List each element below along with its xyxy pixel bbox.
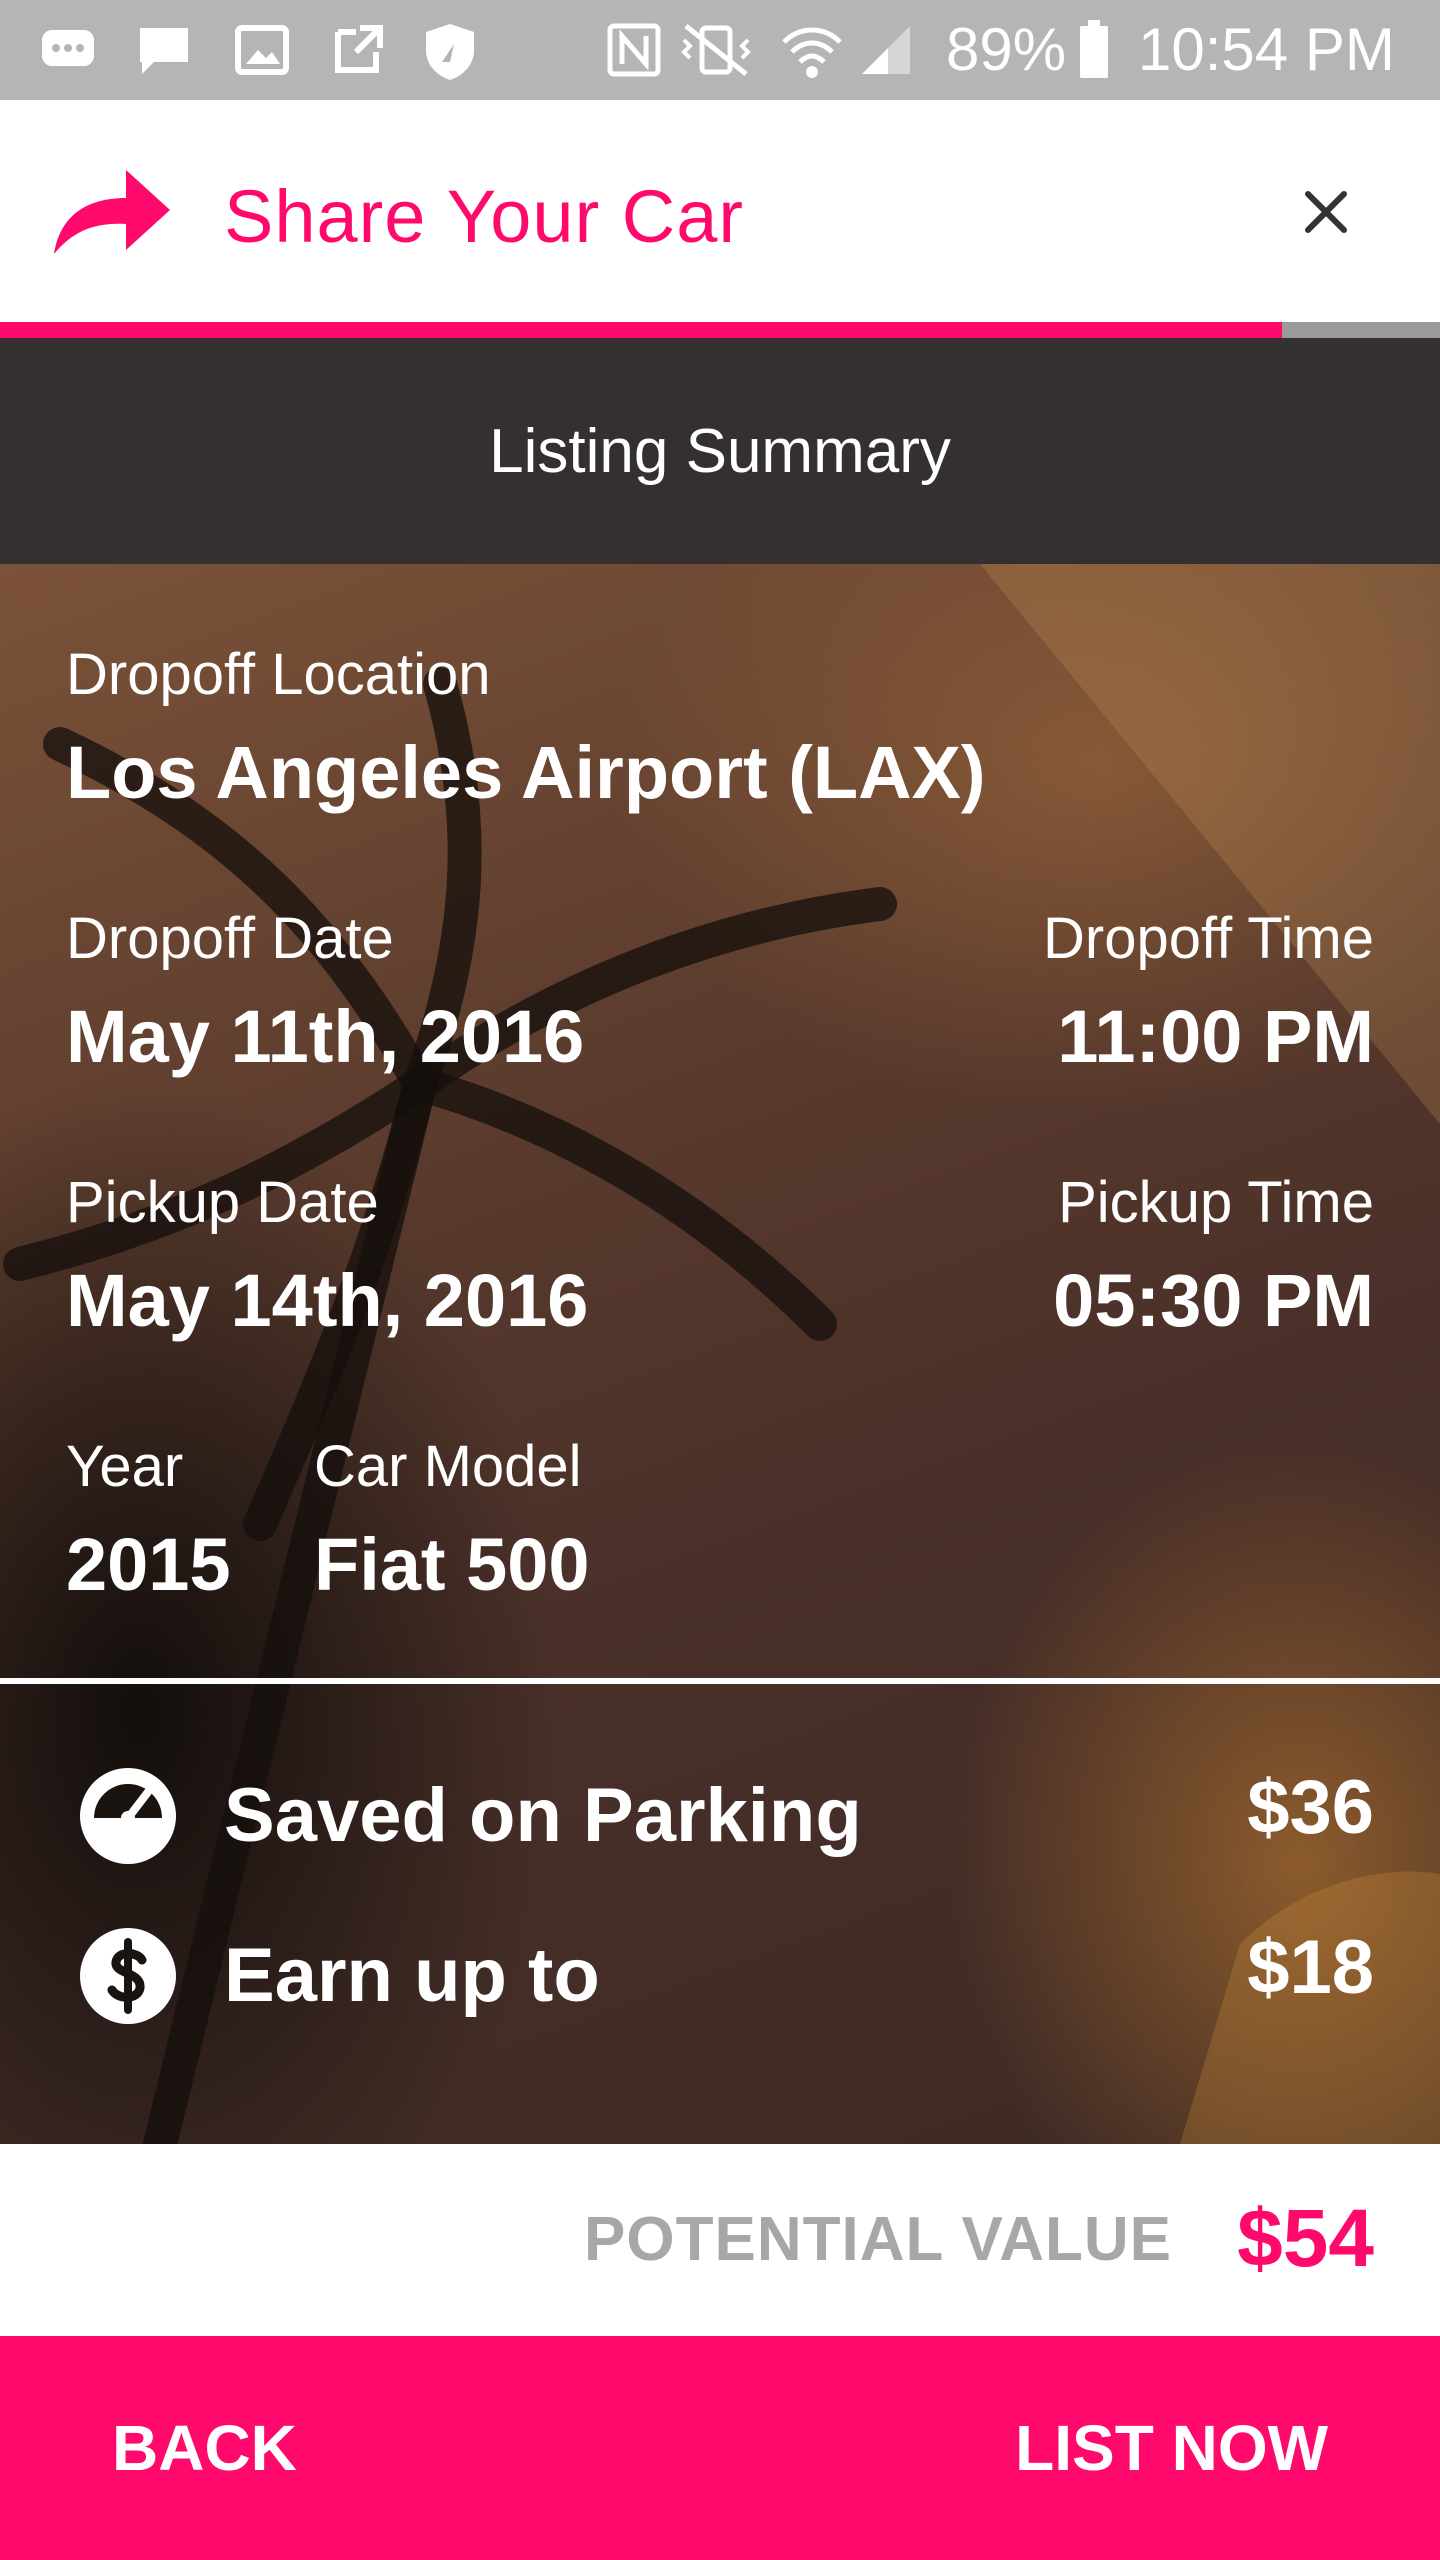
status-bar: 89% 10:54 PM [0,0,1440,100]
dollar-icon [80,1928,176,2024]
wifi-icon [782,27,842,78]
car-model-value: Fiat 500 [314,1523,590,1606]
pickup-time-label: Pickup Time [1058,1170,1374,1235]
divider [0,1678,1440,1684]
listing-summary-header: Listing Summary [0,338,1440,564]
dropoff-time-value: 11:00 PM [1057,995,1374,1078]
earn-up-to-label: Earn up to [224,1933,600,2018]
back-button[interactable]: BACK [112,2404,297,2492]
shield-icon [426,24,474,80]
year-value: 2015 [66,1523,231,1606]
dropoff-location-value: Los Angeles Airport (LAX) [66,731,986,814]
potential-value-amount: $54 [1237,2193,1374,2284]
pickup-date-label: Pickup Date [66,1170,379,1235]
listing-summary-title: Listing Summary [489,416,951,486]
page-title: Share Your Car [224,175,745,258]
progress-fill [0,322,1282,338]
close-icon[interactable] [1296,182,1356,242]
footer-actions: BACK LIST NOW [0,2336,1440,2560]
share-arrow-icon [54,170,170,254]
listing-details: Dropoff Location Los Angeles Airport (LA… [0,564,1440,2144]
speedometer-icon [80,1768,176,1864]
list-now-button[interactable]: LIST NOW [1015,2404,1328,2492]
chat-icon [140,28,188,74]
image-icon [235,25,289,75]
battery-percent: 89% [946,16,1067,83]
nfc-icon [607,23,661,77]
dropoff-date-label: Dropoff Date [66,906,394,971]
saved-on-parking-label: Saved on Parking [224,1773,862,1858]
pickup-time-value: 05:30 PM [1053,1259,1374,1342]
dropoff-location-label: Dropoff Location [66,642,491,707]
messenger-icon [42,30,94,66]
dropoff-date-value: May 11th, 2016 [66,995,585,1078]
clock: 10:54 PM [1138,16,1395,83]
year-label: Year [66,1434,184,1499]
dropoff-time-label: Dropoff Time [1043,906,1374,971]
external-link-icon [335,25,383,73]
header: Share Your Car [0,100,1440,322]
vibrate-icon [681,24,751,76]
saved-on-parking-value: $36 [1247,1765,1374,1850]
car-model-label: Car Model [314,1434,582,1499]
progress-bar [0,322,1440,338]
signal-icon [862,26,910,74]
potential-value-label: POTENTIAL VALUE [584,2205,1172,2274]
potential-value-row: POTENTIAL VALUE $54 [0,2144,1440,2336]
battery-icon [1080,20,1108,78]
earn-up-to-value: $18 [1247,1925,1374,2010]
pickup-date-value: May 14th, 2016 [66,1259,589,1342]
